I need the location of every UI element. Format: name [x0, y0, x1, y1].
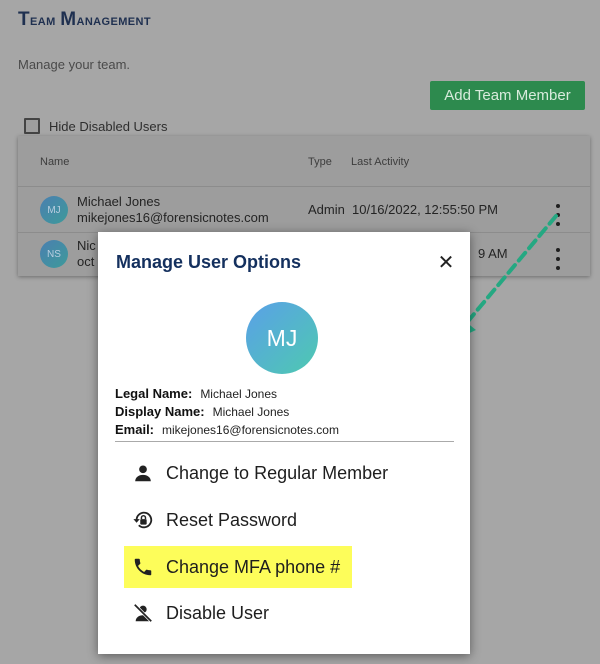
avatar: NS: [40, 240, 68, 268]
avatar: MJ: [246, 302, 318, 374]
manage-user-options-dialog: Manage User Options ✕ MJ Legal Name: Mich…: [98, 232, 470, 654]
row-divider: [18, 186, 590, 187]
page-subtitle: Manage your team.: [18, 57, 131, 72]
disable-user-option[interactable]: Disable User: [124, 592, 281, 634]
option-label: Change MFA phone #: [166, 556, 341, 577]
email-value: mikejones16@forensicnotes.com: [162, 423, 339, 437]
column-header-name[interactable]: Name: [40, 156, 69, 168]
hide-disabled-checkbox[interactable]: [24, 118, 40, 134]
person-icon: [135, 465, 151, 482]
user-name: Michael Jones: [77, 194, 161, 209]
hide-disabled-label: Hide Disabled Users: [49, 118, 168, 134]
user-name: Nic: [77, 238, 96, 253]
person-off-icon: [133, 603, 153, 623]
email-label: Email:: [115, 422, 155, 437]
column-header-type[interactable]: Type: [308, 156, 332, 168]
legal-name-label: Legal Name:: [115, 386, 193, 401]
option-label: Reset Password: [166, 509, 298, 530]
column-header-last-activity[interactable]: Last Activity: [351, 156, 409, 168]
dialog-divider: [115, 441, 454, 442]
page-title: Team Management: [18, 9, 151, 30]
display-name-value: Michael Jones: [212, 405, 290, 419]
add-team-member-button[interactable]: Add Team Member: [430, 81, 585, 110]
user-type: Admin: [308, 202, 345, 217]
change-mfa-phone-option[interactable]: Change MFA phone #: [124, 546, 353, 588]
close-icon[interactable]: ✕: [436, 252, 456, 274]
lock-reset-icon: [133, 511, 153, 529]
dialog-title: Manage User Options: [116, 252, 302, 272]
display-name-label: Display Name:: [115, 404, 205, 419]
display-name-line: Display Name: Michael Jones: [115, 404, 289, 419]
option-label: Disable User: [166, 602, 270, 623]
user-email: oct: [77, 254, 95, 269]
reset-password-option[interactable]: Reset Password: [124, 499, 309, 541]
change-to-regular-member-option[interactable]: Change to Regular Member: [124, 452, 400, 494]
email-line: Email: mikejones16@forensicnotes.com: [115, 422, 339, 437]
avatar: MJ: [40, 196, 68, 224]
legal-name-line: Legal Name: Michael Jones: [115, 386, 277, 401]
legal-name-value: Michael Jones: [200, 387, 278, 401]
hide-disabled-toggle[interactable]: Hide Disabled Users: [24, 118, 168, 134]
option-label: Change to Regular Member: [166, 462, 389, 483]
phone-icon: [134, 558, 152, 576]
user-email: mikejones16@forensicnotes.com: [77, 210, 269, 225]
